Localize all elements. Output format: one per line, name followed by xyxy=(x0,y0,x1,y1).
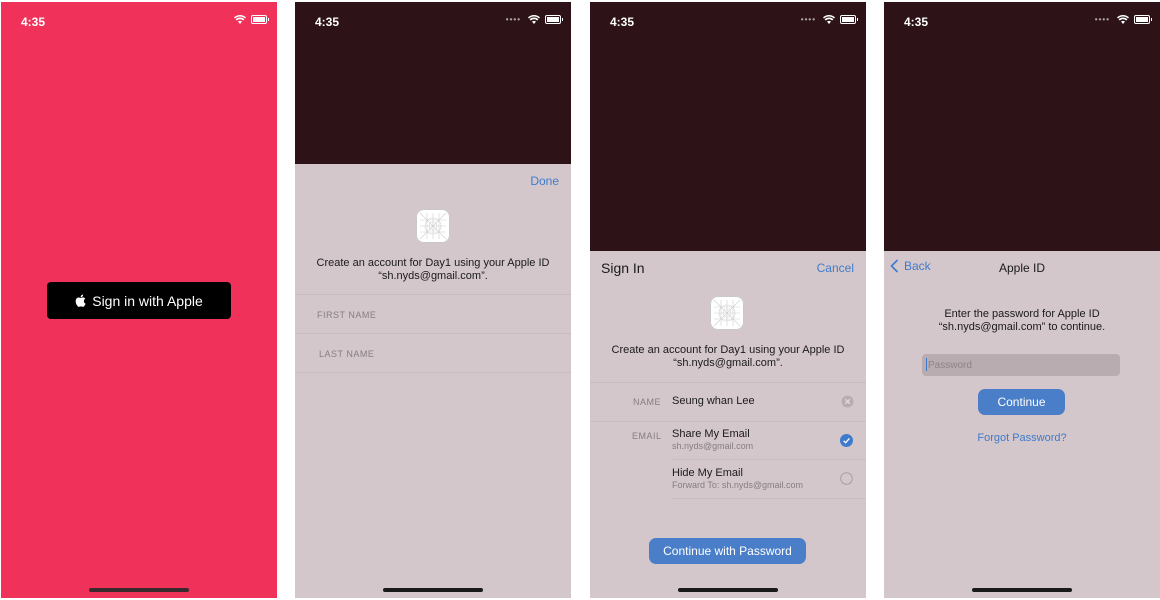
screen-apple-id-password: 4:35 •••• Back Apple ID Enter the passwo… xyxy=(884,2,1160,598)
continue-with-password-button[interactable]: Continue with Password xyxy=(649,538,806,564)
hide-email-option[interactable]: Hide My Email Forward To: sh.nyds@gmail.… xyxy=(672,459,866,499)
account-message-line2: “sh.nyds@gmail.com”. xyxy=(378,270,488,282)
battery-icon xyxy=(545,15,563,24)
share-email-title: Share My Email xyxy=(672,428,750,440)
account-message-line1: Create an account for Day1 using your Ap… xyxy=(611,344,845,356)
name-row[interactable]: NAME Seung whan Lee xyxy=(590,382,866,421)
signal-icon: •••• xyxy=(1094,15,1110,24)
email-label: EMAIL xyxy=(632,431,662,441)
status-bar: 4:35 •••• xyxy=(295,2,571,42)
share-email-option[interactable]: EMAIL Share My Email sh.nyds@gmail.com xyxy=(590,421,866,459)
status-icons: •••• xyxy=(1094,15,1152,24)
last-name-placeholder: LAST NAME xyxy=(319,349,375,359)
cancel-button[interactable]: Cancel xyxy=(817,261,854,275)
account-message-line1: Create an account for Day1 using your Ap… xyxy=(316,257,550,269)
last-name-field[interactable]: LAST NAME xyxy=(295,333,571,373)
signal-icon: •••• xyxy=(505,15,521,24)
hide-email-title: Hide My Email xyxy=(672,467,743,479)
app-placeholder-icon xyxy=(713,299,741,327)
battery-icon xyxy=(840,15,858,24)
app-icon xyxy=(416,209,450,243)
first-name-field[interactable]: FIRST NAME xyxy=(295,294,571,333)
home-indicator xyxy=(89,588,189,592)
sign-in-with-apple-label: Sign in with Apple xyxy=(92,292,203,309)
share-email-address: sh.nyds@gmail.com xyxy=(672,441,754,451)
status-time: 4:35 xyxy=(21,15,46,29)
name-value: Seung whan Lee xyxy=(672,395,755,407)
password-message: Enter the password for Apple ID “sh.nyds… xyxy=(884,308,1160,334)
home-indicator xyxy=(383,588,483,592)
wifi-icon xyxy=(528,15,540,24)
page-title: Apple ID xyxy=(998,261,1046,275)
text-cursor xyxy=(926,358,927,371)
status-time: 4:35 xyxy=(610,15,635,29)
home-indicator xyxy=(972,588,1072,592)
account-message: Create an account for Day1 using your Ap… xyxy=(295,257,571,283)
status-bar: 4:35 •••• xyxy=(884,2,1160,42)
done-button[interactable]: Done xyxy=(530,174,559,188)
clear-icon[interactable] xyxy=(841,395,854,408)
status-icons: •••• xyxy=(505,15,563,24)
password-message-line2: “sh.nyds@gmail.com” to continue. xyxy=(938,321,1106,333)
radio-unselected-icon[interactable] xyxy=(840,472,853,485)
status-bar: 4:35 xyxy=(1,2,277,42)
forgot-password-link[interactable]: Forgot Password? xyxy=(884,432,1160,444)
status-time: 4:35 xyxy=(315,15,340,29)
name-label: NAME xyxy=(633,397,662,407)
account-message: Create an account for Day1 using your Ap… xyxy=(590,344,866,370)
password-input[interactable] xyxy=(922,354,1120,376)
screen-sign-in-with-apple: 4:35 Sign in with Apple xyxy=(1,2,277,598)
hide-email-forward: Forward To: sh.nyds@gmail.com xyxy=(672,480,804,490)
account-message-line2: “sh.nyds@gmail.com”. xyxy=(673,357,783,369)
app-icon xyxy=(710,296,744,330)
home-indicator xyxy=(678,588,778,592)
status-icons: •••• xyxy=(800,15,858,24)
app-placeholder-icon xyxy=(419,212,447,240)
wifi-icon xyxy=(823,15,835,24)
screen-sign-in-sheet: 4:35 •••• Sign In Cancel Create an accou… xyxy=(590,2,866,598)
signal-icon: •••• xyxy=(800,15,816,24)
password-message-line1: Enter the password for Apple ID xyxy=(944,308,1100,320)
wifi-icon xyxy=(234,15,246,24)
screen-create-account-form: 4:35 •••• Done Create an account for Day… xyxy=(295,2,571,598)
wifi-icon xyxy=(1117,15,1129,24)
status-time: 4:35 xyxy=(904,15,929,29)
sheet-title: Sign In xyxy=(601,260,645,276)
battery-icon xyxy=(1134,15,1152,24)
continue-button[interactable]: Continue xyxy=(978,389,1065,415)
apple-logo-icon xyxy=(75,294,86,307)
sign-in-with-apple-button[interactable]: Sign in with Apple xyxy=(47,282,231,319)
status-icons xyxy=(234,15,269,24)
first-name-placeholder: FIRST NAME xyxy=(317,310,377,320)
battery-icon xyxy=(251,15,269,24)
status-bar: 4:35 •••• xyxy=(590,2,866,42)
checkmark-selected-icon[interactable] xyxy=(840,434,853,447)
